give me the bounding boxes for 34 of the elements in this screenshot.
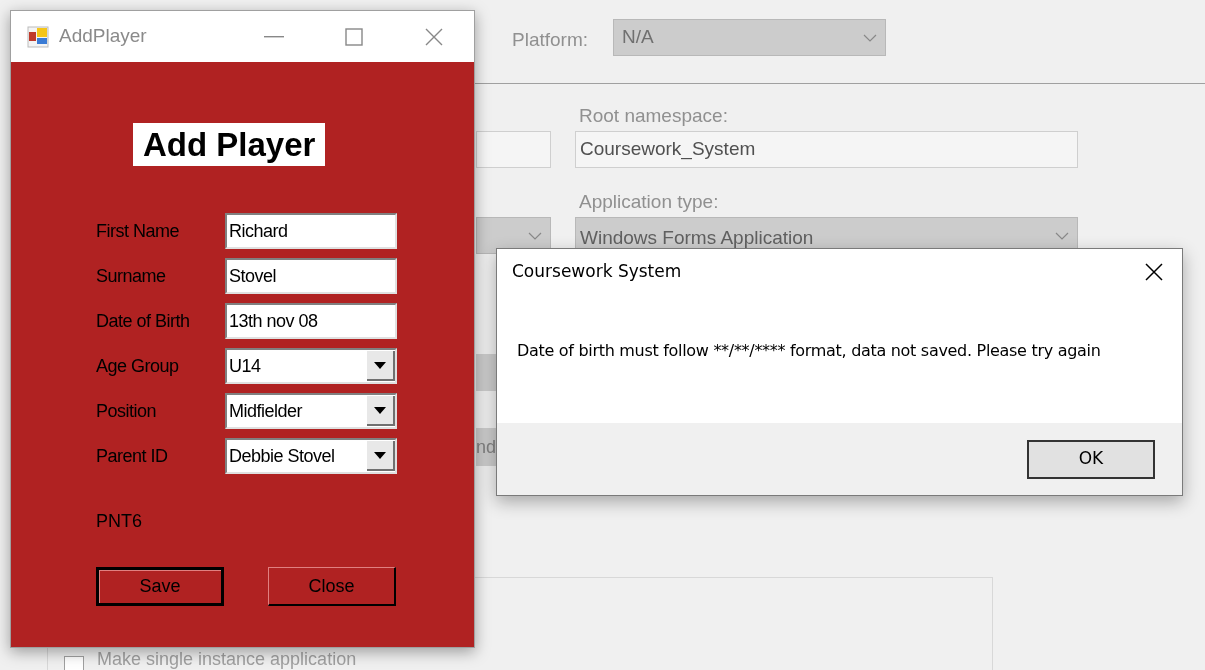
chevron-icon: [863, 33, 877, 42]
ok-button[interactable]: OK: [1027, 439, 1155, 479]
field-label: Position: [96, 399, 158, 423]
id-text: PNT6: [96, 510, 142, 533]
dropdown[interactable]: U14: [225, 348, 397, 384]
platform-label: Platform:: [512, 28, 589, 52]
chevron-icon: [528, 231, 542, 240]
window-title: AddPlayer: [59, 24, 147, 49]
text-field[interactable]: Stovel: [225, 258, 397, 294]
dialog-title: Coursework System: [512, 260, 682, 284]
field-label: Parent ID: [96, 444, 169, 468]
field-label: Application type:: [579, 190, 719, 214]
dropdown[interactable]: Midfielder: [225, 393, 397, 429]
root-namespace-field[interactable]: Coursework_System: [575, 131, 1078, 168]
dropdown[interactable]: Debbie Stovel: [225, 438, 397, 474]
dialog-message: Date of birth must follow **/**/**** format, data not saved. Please try again: [517, 340, 1102, 362]
field-label: First Name: [96, 219, 180, 243]
field-label: Date of Birth: [96, 309, 191, 333]
checkbox-label: Make single instance application: [97, 649, 357, 669]
text-field[interactable]: Richard: [225, 213, 397, 249]
app-icon: [27, 25, 49, 48]
field-label: Surname: [96, 264, 167, 288]
chevron-icon: [1055, 232, 1069, 240]
close-icon: [425, 27, 443, 46]
text-field[interactable]: [476, 131, 551, 168]
field-label: Root namespace:: [579, 104, 728, 128]
form-heading: Add Player: [133, 123, 326, 166]
minimize-icon: [264, 35, 284, 38]
button[interactable]: [476, 354, 496, 391]
field-label: Age Group: [96, 354, 180, 378]
checkbox[interactable]: [64, 656, 84, 670]
maximize-icon: [345, 27, 363, 46]
text-field[interactable]: 13th nov 08: [225, 303, 397, 339]
close-icon: [1145, 263, 1163, 281]
